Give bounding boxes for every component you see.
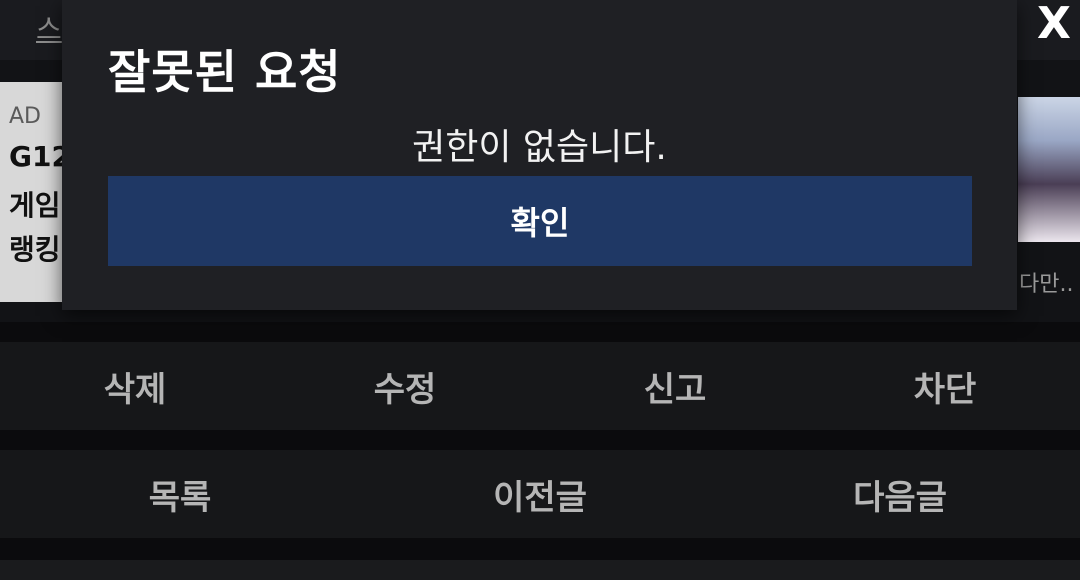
block-button[interactable]: 차단	[810, 362, 1080, 411]
thumbnail-caption[interactable]: 다만..	[1019, 266, 1073, 298]
delete-button[interactable]: 삭제	[0, 362, 270, 411]
report-button[interactable]: 신고	[540, 362, 810, 411]
close-icon[interactable]: X	[1037, 0, 1071, 49]
bottom-strip	[0, 560, 1080, 580]
ad-line: 랭킹	[9, 233, 61, 266]
previous-post-button[interactable]: 이전글	[360, 470, 720, 519]
list-button[interactable]: 목록	[0, 470, 360, 519]
dialog-title: 잘못된 요청	[108, 45, 342, 99]
post-actions-bar: 삭제 수정 신고 차단	[0, 342, 1080, 430]
ad-badge: AD	[9, 104, 41, 129]
next-post-button[interactable]: 다음글	[720, 470, 1080, 519]
ad-line: 게임	[9, 189, 61, 222]
top-strip-link[interactable]: 스	[36, 8, 62, 48]
error-dialog: 잘못된 요청 권한이 없습니다. 확인 X	[62, 0, 1071, 310]
post-thumbnail[interactable]	[1018, 97, 1080, 242]
dialog-message: 권한이 없습니다.	[412, 127, 667, 168]
edit-button[interactable]: 수정	[270, 362, 540, 411]
confirm-button[interactable]: 확인	[108, 176, 972, 266]
navigation-bar: 목록 이전글 다음글	[0, 450, 1080, 538]
